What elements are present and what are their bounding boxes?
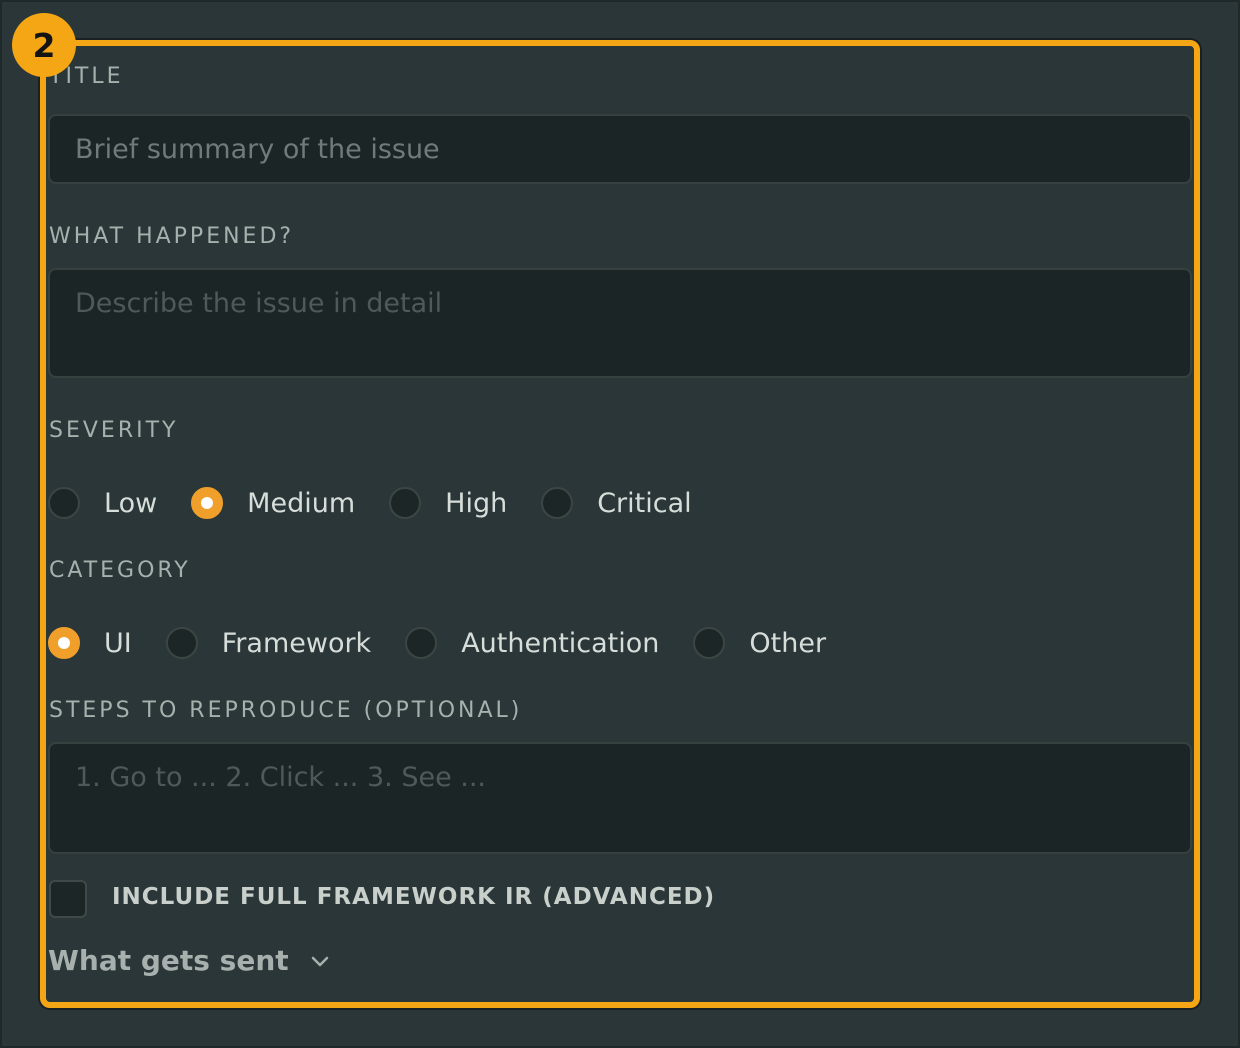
category-radio-group: UI Framework Authentication Other (48, 625, 826, 661)
severity-option-label: Medium (247, 487, 356, 519)
highlight-outline (40, 40, 1200, 1008)
include-ir-label[interactable]: INCLUDE FULL FRAMEWORK IR (ADVANCED) (112, 884, 715, 910)
steps-textarea[interactable]: 1. Go to ... 2. Click ... 3. See ... (48, 742, 1192, 854)
step-badge: 2 (12, 13, 76, 77)
category-option-label: Authentication (461, 627, 660, 659)
category-option-label: Framework (221, 627, 372, 659)
severity-radio-high[interactable] (389, 487, 422, 519)
severity-radio-group: Low Medium High Critical (48, 485, 692, 521)
category-option-label: UI (104, 627, 132, 659)
chevron-down-icon (311, 956, 328, 966)
category-radio-other[interactable] (693, 627, 726, 659)
what-gets-sent-toggle[interactable]: What gets sent (48, 944, 329, 977)
severity-radio-critical[interactable] (541, 487, 574, 519)
category-radio-framework[interactable] (165, 627, 198, 659)
severity-option-label: Low (104, 487, 158, 519)
title-input[interactable]: Brief summary of the issue (48, 114, 1192, 184)
what-gets-sent-label: What gets sent (48, 944, 289, 977)
severity-option-label: Critical (597, 487, 692, 519)
category-radio-authentication[interactable] (405, 627, 438, 659)
category-label: CATEGORY (49, 558, 191, 583)
category-option-label: Other (749, 627, 827, 659)
severity-option-label: High (445, 487, 508, 519)
steps-label: STEPS TO REPRODUCE (OPTIONAL) (49, 698, 523, 723)
severity-radio-medium[interactable] (191, 487, 224, 519)
what-happened-label: WHAT HAPPENED? (49, 224, 295, 249)
severity-radio-low[interactable] (48, 487, 80, 519)
include-ir-checkbox[interactable] (49, 880, 87, 918)
category-radio-ui[interactable] (48, 627, 80, 659)
severity-label: SEVERITY (49, 418, 179, 443)
what-happened-textarea[interactable]: Describe the issue in detail (48, 268, 1192, 378)
